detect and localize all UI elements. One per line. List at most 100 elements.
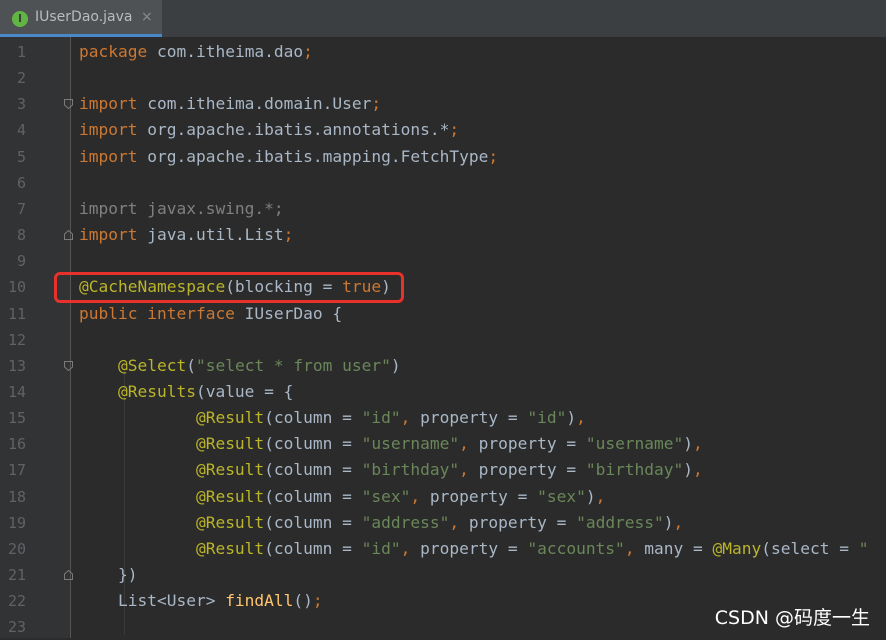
code-token: ) <box>683 460 694 480</box>
code-token: , <box>449 512 460 532</box>
code-token: List<User> <box>79 591 226 611</box>
code-line: import javax.swing.*; <box>79 196 284 222</box>
fold-marker-icon[interactable] <box>64 570 73 580</box>
code-token: import <box>79 225 138 245</box>
line-number: 4 <box>16 121 26 140</box>
code-token: "address" <box>361 512 450 532</box>
code-token: import <box>79 146 138 166</box>
code-token: "id" <box>527 408 567 428</box>
code-line: import org.apache.ibatis.annotations.*; <box>79 117 459 143</box>
code-token: true <box>342 277 382 297</box>
code-token: org.apache.ibatis.mapping.FetchType <box>137 146 489 166</box>
code-token: "birthday" <box>585 460 684 480</box>
code-line: @Result(column = "id", property = "id"), <box>79 405 586 431</box>
code-token: package <box>79 42 148 61</box>
line-number: 19 <box>7 513 26 532</box>
code-token: property = <box>459 512 577 532</box>
code-line: @Result(column = "birthday", property = … <box>79 457 703 483</box>
close-icon[interactable]: × <box>141 9 153 25</box>
code-token: (column = <box>264 460 362 480</box>
code-line: package com.itheima.dao; <box>79 39 313 65</box>
code-token: ) <box>585 486 596 506</box>
code-token: (column = <box>264 538 362 558</box>
line-number: 13 <box>7 356 26 375</box>
code-line: @Result(column = "id", property = "accou… <box>79 536 869 562</box>
code-token: "birthday" <box>361 460 460 480</box>
code-token: , <box>400 408 411 428</box>
code-line: @Result(column = "address", property = "… <box>79 510 683 536</box>
code-line: @Select("select * from user") <box>79 353 401 379</box>
fold-marker-icon[interactable] <box>64 360 73 371</box>
watermark: CSDN @码度一生 <box>714 607 870 629</box>
code-token: (column = <box>264 512 362 532</box>
code-line: }) <box>79 562 138 588</box>
code-token: property = <box>410 538 528 558</box>
code-token: ; <box>303 42 313 61</box>
fold-marker-icon[interactable] <box>64 99 73 110</box>
line-number: 10 <box>7 278 26 297</box>
editor-tab-bar: I IUserDao.java × <box>0 0 886 37</box>
code-token: (column = <box>264 434 362 454</box>
code-token: @Result <box>195 408 265 428</box>
tab-title: IUserDao.java <box>35 9 133 25</box>
code-token: @Results <box>117 381 196 401</box>
code-token: "username" <box>585 434 684 454</box>
code-token: public interface <box>79 303 235 323</box>
code-token: (value = { <box>195 381 294 401</box>
code-line: import com.itheima.domain.User; <box>79 91 381 117</box>
code-token: ; <box>283 225 294 245</box>
line-number: 21 <box>7 566 26 584</box>
code-token: ; <box>488 146 499 166</box>
code-token: property = <box>420 486 538 506</box>
code-token: property = <box>410 408 528 428</box>
code-token: "sex" <box>361 486 411 506</box>
code-token: ) <box>381 277 391 297</box>
code-token: , <box>595 486 606 506</box>
line-number: 18 <box>7 487 26 506</box>
code-token: (column = <box>264 486 362 506</box>
code-token: ; <box>312 591 323 611</box>
line-number: 2 <box>16 69 26 88</box>
line-number: 3 <box>16 95 26 114</box>
code-token: , <box>693 434 703 454</box>
code-token: , <box>624 538 635 558</box>
code-token: , <box>673 512 684 532</box>
code-line: @CacheNamespace(blocking = true) <box>79 274 391 300</box>
code-token: IUserDao { <box>234 303 343 323</box>
code-token: com.itheima.dao <box>147 42 304 61</box>
interface-file-icon: I <box>12 11 28 27</box>
code-token: }) <box>79 565 138 584</box>
line-number: 16 <box>7 435 26 454</box>
code-line: @Result(column = "sex", property = "sex"… <box>79 484 605 510</box>
code-token: "sex" <box>537 486 586 506</box>
line-number: 17 <box>7 461 26 480</box>
code-token: @Result <box>195 538 265 558</box>
code-token: @Many <box>712 538 762 558</box>
code-token: , <box>693 460 703 480</box>
fold-marker-icon[interactable] <box>64 230 73 241</box>
code-token: property = <box>468 434 586 454</box>
code-token: com.itheima.domain.User <box>137 94 372 114</box>
code-line: @Results(value = { <box>79 379 293 405</box>
line-number: 8 <box>16 226 26 245</box>
line-number: 11 <box>7 304 26 323</box>
code-token: "select * from user" <box>195 355 391 375</box>
line-number: 9 <box>16 252 26 271</box>
line-number: 5 <box>16 147 26 166</box>
code-token: @Result <box>195 512 265 532</box>
code-token: many = <box>634 538 713 558</box>
line-number: 12 <box>7 330 26 349</box>
line-number: 22 <box>7 592 26 611</box>
code-token: , <box>459 460 469 480</box>
code-token: , <box>400 538 411 558</box>
code-token: property = <box>468 460 586 480</box>
code-line: List<User> findAll(); <box>79 588 323 614</box>
line-number: 15 <box>7 409 26 428</box>
code-token: " <box>858 538 869 558</box>
tab-iuserdao-java[interactable]: I IUserDao.java × <box>0 0 162 37</box>
code-token: org.apache.ibatis.annotations.* <box>137 120 450 140</box>
